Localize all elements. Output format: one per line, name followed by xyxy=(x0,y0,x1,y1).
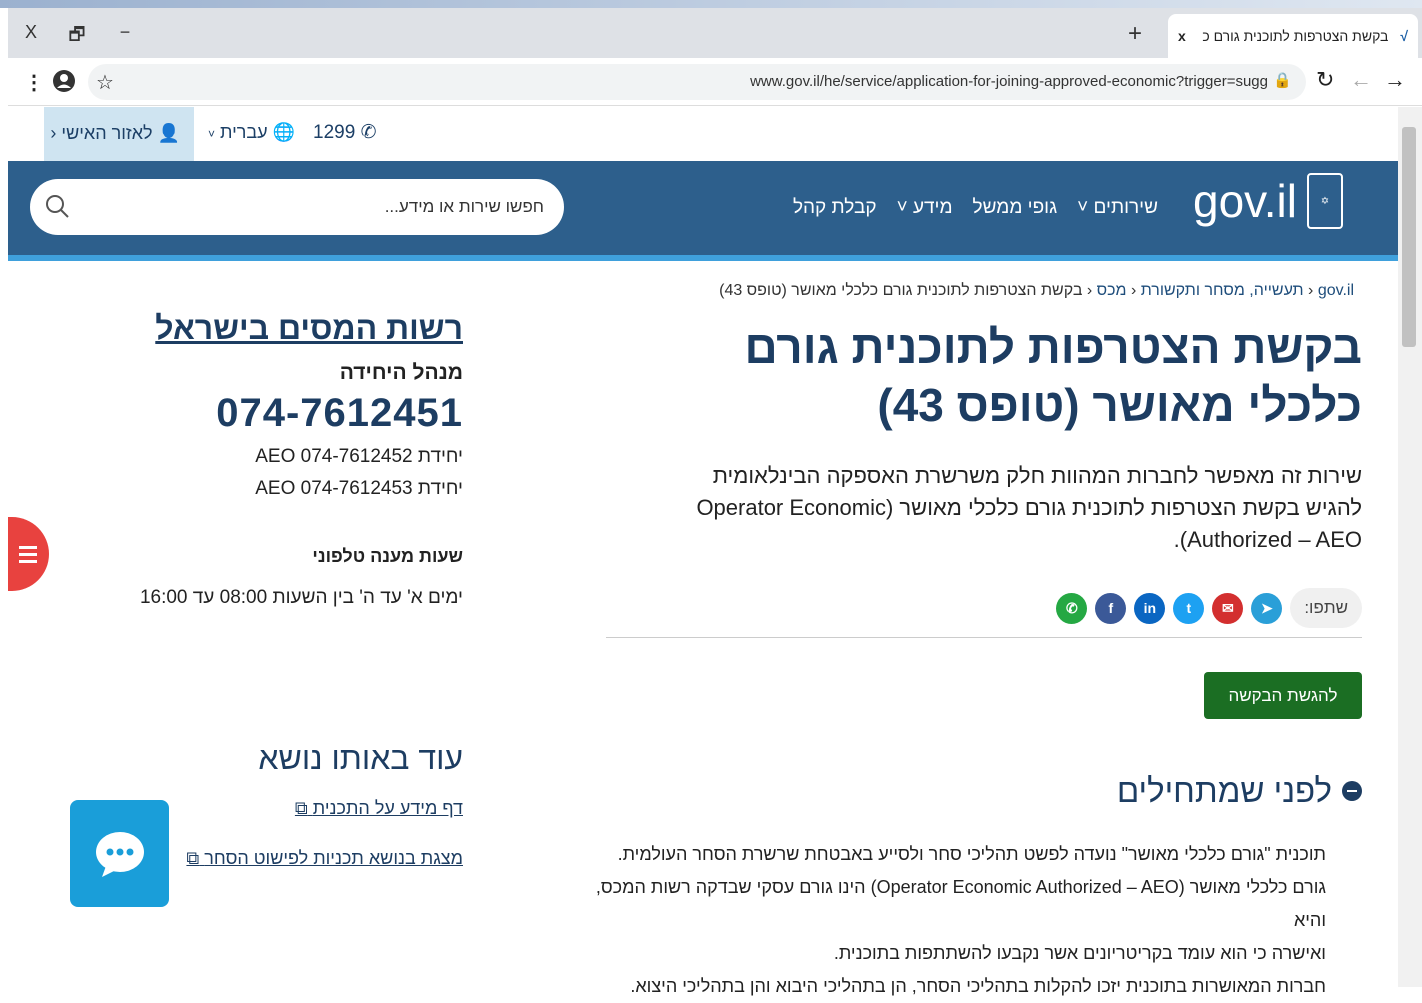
share-bar: שתפו: ➤ ✉ t in f ✆ xyxy=(1056,588,1362,628)
user-icon: 👤 xyxy=(157,123,180,143)
window-top-border xyxy=(0,0,1422,8)
tab-title: בקשת הצטרפות לתוכנית גורם כ xyxy=(1202,28,1389,44)
before-heading-label: לפני שמתחילים xyxy=(1116,772,1332,809)
chevron-down-icon: ˅ xyxy=(208,127,216,141)
chat-button[interactable] xyxy=(70,800,169,907)
more-on-topic-heading: עוד באותו נושא xyxy=(258,740,463,776)
new-tab-button[interactable]: + xyxy=(1128,20,1142,48)
unit-manager-label: מנהל היחידה xyxy=(339,361,463,384)
body-line: ואישרה כי הוא עומד בקריטריונים אשר נקבעו… xyxy=(833,943,1326,963)
govil-favicon-icon: √ xyxy=(1400,28,1408,44)
site-header: שירותים ˅ גופי ממשל מידע ˅ קבלת קהל gov.… xyxy=(8,161,1398,261)
site-search xyxy=(30,179,564,235)
email-icon[interactable]: ✉ xyxy=(1212,592,1244,624)
omnibox[interactable]: ☆ www.gov.il/he/service/application-for-… xyxy=(88,64,1306,100)
breadcrumb-home[interactable]: gov.il xyxy=(1318,282,1354,299)
search-icon[interactable] xyxy=(44,193,70,219)
phone-icon: ✆ xyxy=(360,122,377,143)
external-link-icon: ⧉ xyxy=(186,848,200,868)
browser-tab[interactable]: √ בקשת הצטרפות לתוכנית גורם כ x xyxy=(1168,14,1418,58)
chevron-left-icon: ‹ xyxy=(50,123,57,143)
window-minimize-button[interactable]: − xyxy=(112,22,138,43)
browser-menu-icon[interactable]: ⋮ xyxy=(24,70,44,95)
linkedin-icon[interactable]: in xyxy=(1134,592,1166,624)
url-text[interactable]: www.gov.il/he/service/application-for-jo… xyxy=(750,73,1268,90)
nav-item-gov-bodies[interactable]: גופי ממשל xyxy=(973,197,1058,219)
nav-item-services[interactable]: שירותים ˅ xyxy=(1077,197,1158,219)
facebook-icon[interactable]: f xyxy=(1095,592,1127,624)
bookmark-star-icon[interactable]: ☆ xyxy=(96,70,114,95)
nav-item-info[interactable]: מידע ˅ xyxy=(897,197,953,219)
unit-phone-2: יחידת AEO 074-7612453 xyxy=(255,478,463,499)
phone-contact[interactable]: 1299 ✆ xyxy=(313,121,376,144)
reload-icon[interactable]: ↻ xyxy=(1316,67,1334,93)
state-emblem-icon: ✡ xyxy=(1307,173,1343,229)
collapse-icon xyxy=(1342,781,1362,801)
window-restore-button[interactable]: 🗗 xyxy=(64,22,90,52)
chat-bubble-icon xyxy=(95,831,144,877)
accessibility-menu-button[interactable] xyxy=(8,517,49,591)
back-icon[interactable]: ← xyxy=(1350,67,1372,93)
breadcrumb-customs[interactable]: מכס xyxy=(1097,282,1127,299)
share-label: שתפו: xyxy=(1290,588,1362,628)
personal-area-button[interactable]: 👤 לאזור האישי ‹ xyxy=(44,107,194,161)
page-description: שירות זה מאפשר לחברות המהוות חלק משרשרת … xyxy=(696,463,1362,552)
globe-icon: 🌐 xyxy=(272,122,296,142)
divider xyxy=(606,637,1362,638)
twitter-icon[interactable]: t xyxy=(1173,592,1205,624)
contact-sidebar: רשות המסים בישראל מנהל היחידה 074-761245… xyxy=(139,310,463,609)
breadcrumb: gov.il ‹ תעשייה, מסחר ותקשורת ‹ מכס ‹ בק… xyxy=(719,282,1354,299)
address-bar-row: ⋮ ☆ www.gov.il/he/service/application-fo… xyxy=(8,58,1422,106)
personal-area-label: לאזור האישי xyxy=(61,123,153,143)
body-line: תוכנית "גורם כלכלי מאושר" נועדה לפשט תהל… xyxy=(617,844,1326,864)
menu-lines-icon xyxy=(18,546,37,563)
nav-item-reception[interactable]: קבלת קהל xyxy=(793,197,877,219)
hours-title: שעות מענה טלפוני xyxy=(312,546,463,566)
search-input[interactable] xyxy=(84,191,544,223)
language-selector[interactable]: 🌐 עברית ˅ xyxy=(208,122,295,143)
telegram-icon[interactable]: ➤ xyxy=(1251,592,1283,624)
profile-icon[interactable] xyxy=(52,69,76,93)
submit-request-button[interactable]: להגשת הבקשה xyxy=(1204,672,1362,719)
tab-close-button[interactable]: x xyxy=(1178,28,1186,44)
main-phone-number: 074-7612451 xyxy=(216,391,463,435)
breadcrumb-industry[interactable]: תעשייה, מסחר ותקשורת xyxy=(1141,282,1304,299)
utility-bar: 👤 לאזור האישי ‹ 🌐 עברית ˅ 1299 ✆ xyxy=(8,107,1398,161)
hours-text: ימים א' עד ה' בין השעות 08:00 עד 16:00 xyxy=(139,587,463,608)
before-you-start-body: תוכנית "גורם כלכלי מאושר" נועדה לפשט תהל… xyxy=(586,838,1326,1003)
scrollbar-thumb[interactable] xyxy=(1402,127,1416,347)
page-title: בקשת הצטרפות לתוכנית גורם כלכלי מאושר (ט… xyxy=(744,321,1362,431)
tax-authority-link[interactable]: רשות המסים בישראל xyxy=(150,310,463,347)
whatsapp-icon[interactable]: ✆ xyxy=(1056,592,1088,624)
lock-icon[interactable]: 🔒 xyxy=(1273,71,1292,89)
external-link-icon: ⧉ xyxy=(294,798,308,818)
breadcrumb-current: בקשת הצטרפות לתוכנית גורם כלכלי מאושר (ט… xyxy=(719,282,1083,299)
browser-tab-strip: X 🗗 − + √ בקשת הצטרפות לתוכנית גורם כ x xyxy=(8,8,1422,58)
unit-phone-1: יחידת AEO 074-7612452 xyxy=(255,446,463,467)
body-line: גורם כלכלי מאושר (Operator Economic Auth… xyxy=(595,877,1326,930)
before-you-start-heading[interactable]: לפני שמתחילים xyxy=(1117,772,1362,810)
phone-number: 1299 xyxy=(313,122,356,143)
logo-text: gov.il xyxy=(1193,175,1297,227)
language-label: עברית xyxy=(220,122,268,142)
main-nav: שירותים ˅ גופי ממשל מידע ˅ קבלת קהל xyxy=(793,197,1158,219)
page-scrollbar[interactable] xyxy=(1398,107,1422,987)
window-close-button[interactable]: X xyxy=(18,22,44,43)
govil-logo[interactable]: gov.il ✡ xyxy=(1193,173,1343,229)
presentation-link[interactable]: מצגת בנושא תכניות לפישוט הסחר ⧉ xyxy=(186,848,463,869)
forward-icon[interactable]: → xyxy=(1384,67,1406,93)
info-page-link[interactable]: דף מידע על התכנית ⧉ xyxy=(295,798,463,819)
